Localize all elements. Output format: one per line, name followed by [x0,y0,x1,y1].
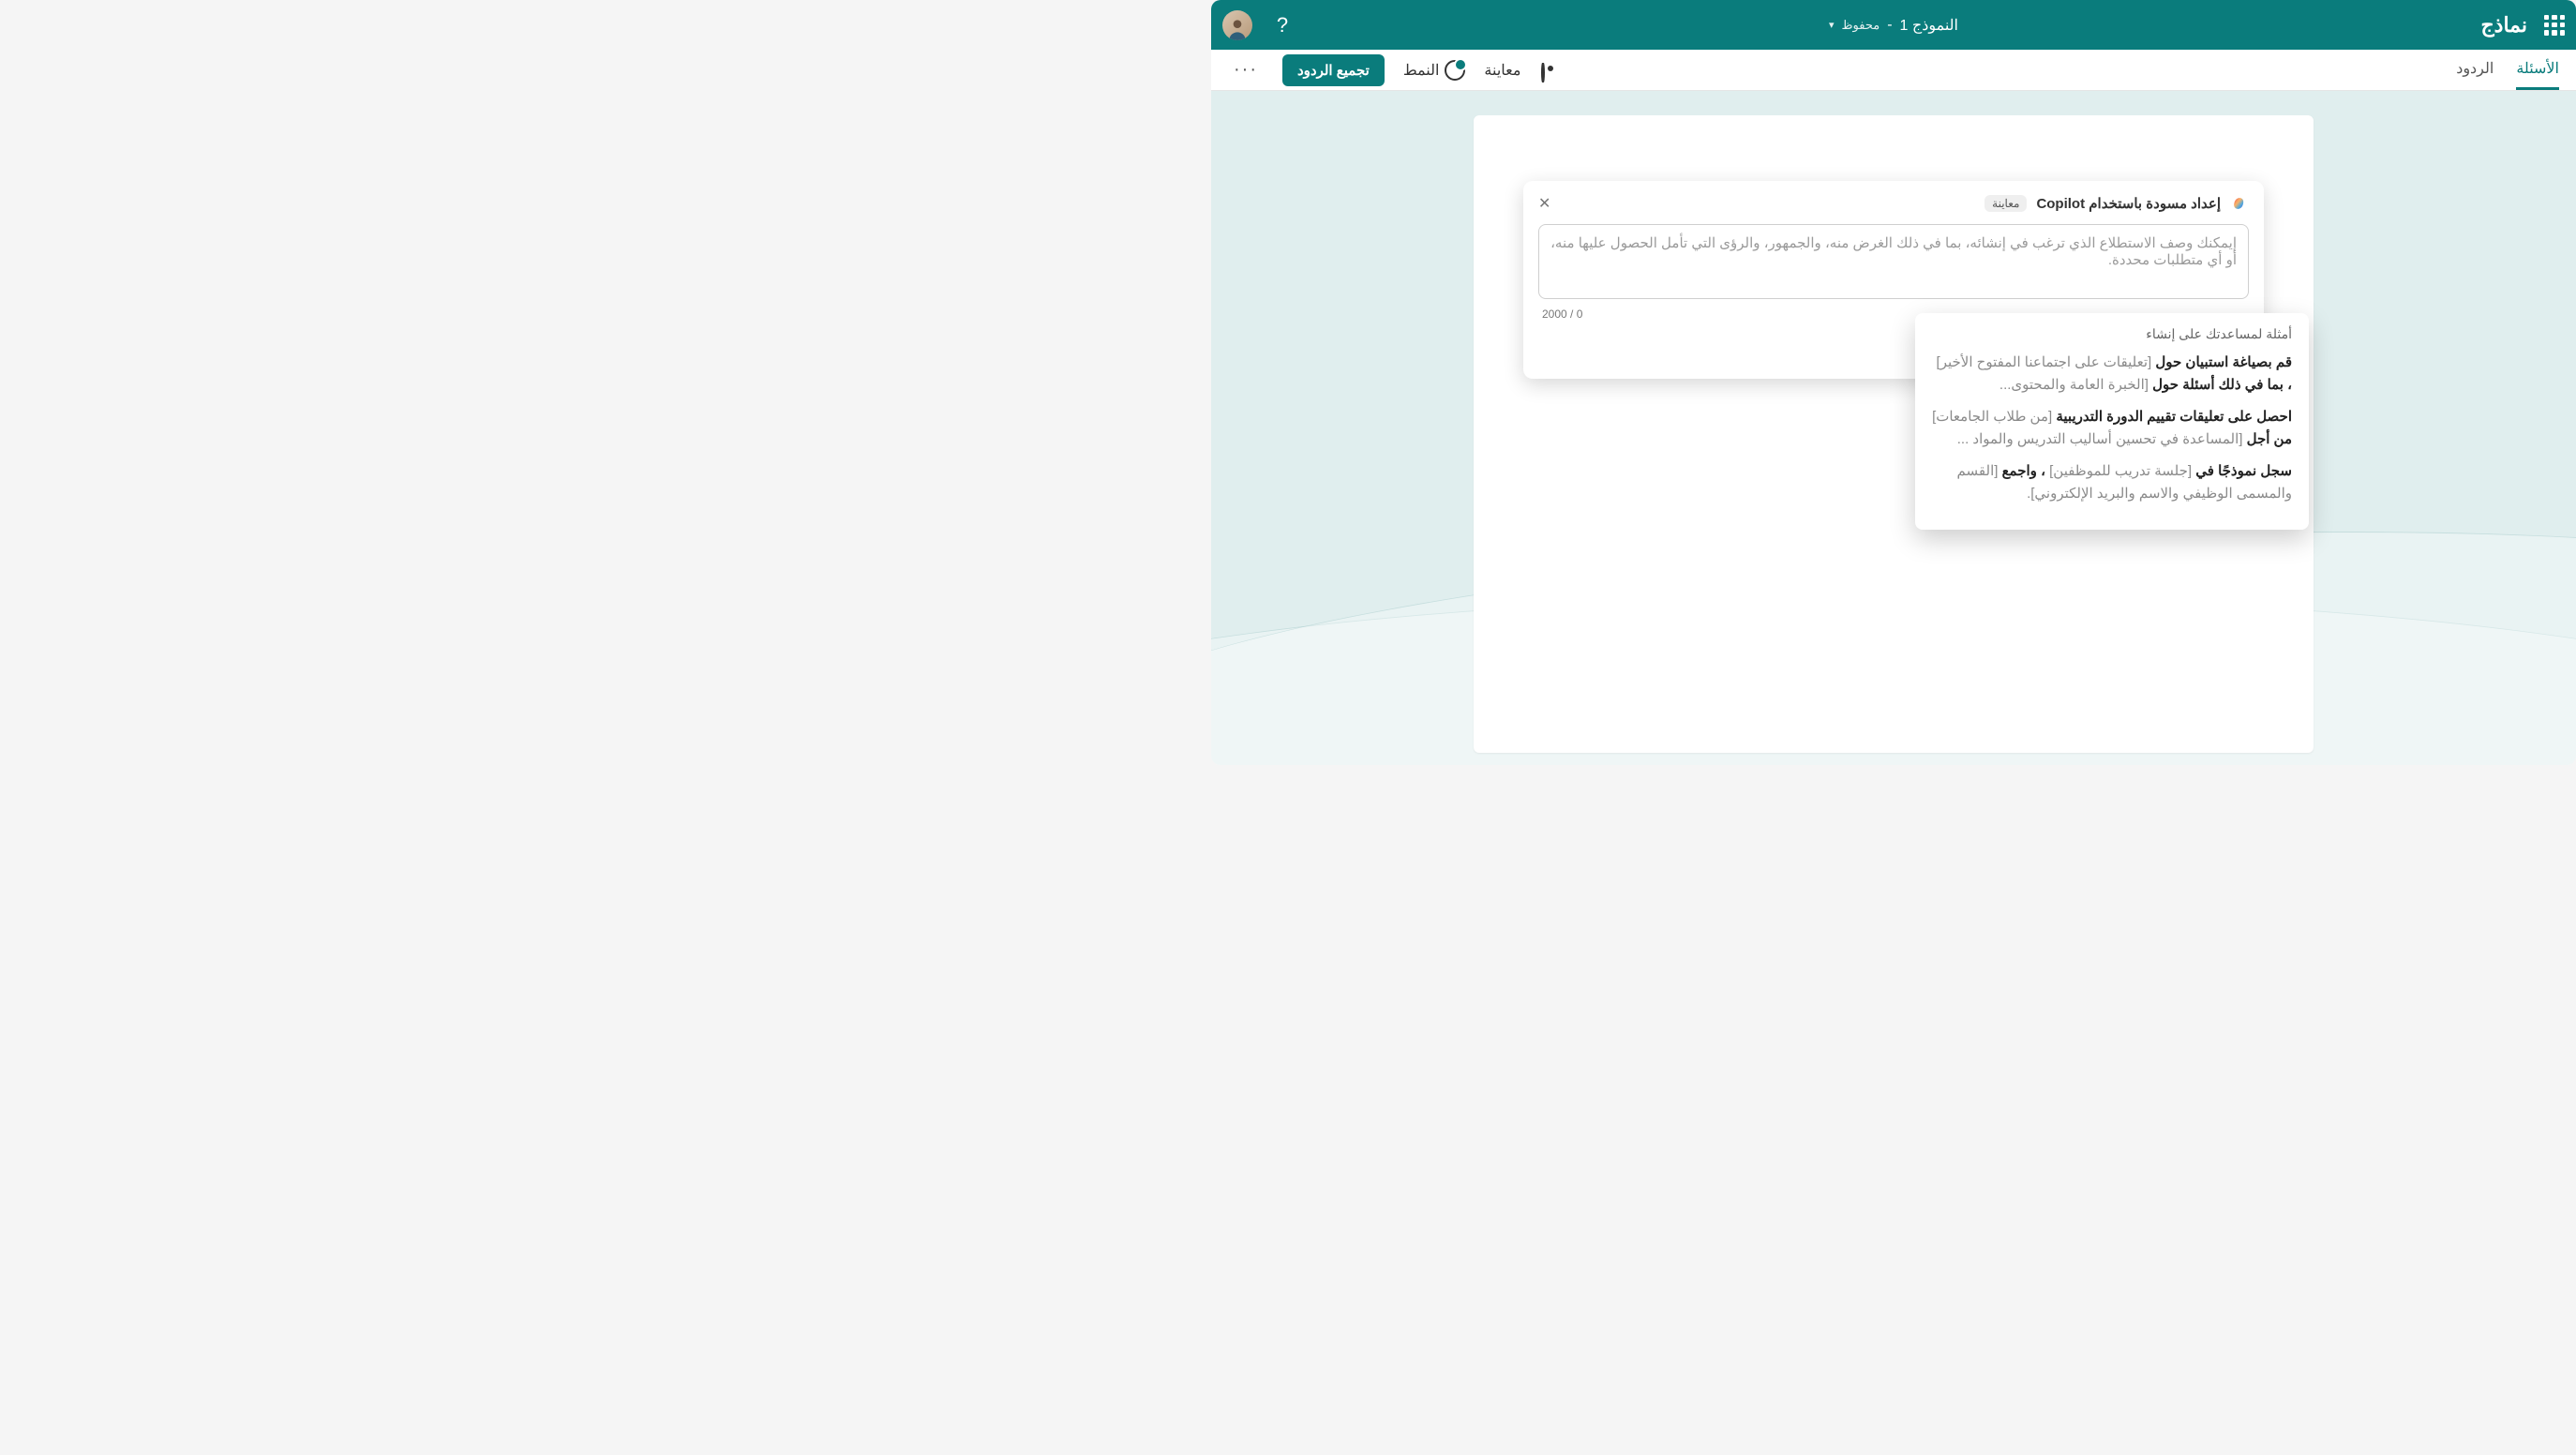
copilot-prompt-input[interactable] [1538,224,2249,299]
avatar[interactable] [1222,10,1252,40]
tab-responses[interactable]: الردود [2456,50,2494,90]
close-icon[interactable]: ✕ [1538,194,1550,213]
preview-button[interactable]: معاينة [1484,61,1545,80]
theme-button[interactable]: النمط [1403,60,1466,81]
more-icon[interactable]: ··· [1228,59,1264,81]
person-icon [1225,16,1250,40]
canvas: إعداد مسودة باستخدام Copilot معاينة ✕ 0 … [1211,91,2576,765]
eye-icon [1526,61,1545,80]
copilot-title: إعداد مسودة باستخدام Copilot [2036,195,2221,212]
saved-status: محفوظ [1842,18,1880,33]
toolbar: الأسئلة الردود معاينة النمط تجميع الردود… [1211,50,2576,91]
theme-label: النمط [1403,61,1440,80]
prompts-heading: أمثلة لمساعدتك على إنشاء [1932,326,2292,342]
chevron-down-icon: ▾ [1829,19,1835,31]
collect-responses-button[interactable]: تجميع الردود [1282,54,1385,86]
palette-icon [1445,60,1465,81]
header-bar: نماذج النموذج 1 - محفوظ ▾ ? [1211,0,2576,50]
app-name: نماذج [2480,13,2527,38]
dash: - [1887,17,1892,34]
form-title: النموذج 1 [1900,16,1958,35]
prompt-example[interactable]: احصل على تعليقات تقييم الدورة التدريبية … [1932,406,2292,451]
form-title-dropdown[interactable]: النموذج 1 - محفوظ ▾ [1829,16,1958,35]
prompts-popover: أمثلة لمساعدتك على إنشاء قم بصياغة استبي… [1915,313,2309,530]
preview-label: معاينة [1484,61,1520,80]
preview-badge: معاينة [1984,195,2027,212]
prompt-example[interactable]: سجل نموذجًا في [جلسة تدريب للموظفين] ، و… [1932,460,2292,505]
prompt-example[interactable]: قم بصياغة استبيان حول [تعليقات على اجتما… [1932,352,2292,397]
app-launcher-icon[interactable] [2544,15,2565,36]
copilot-icon [2230,194,2249,213]
tab-questions[interactable]: الأسئلة [2516,50,2559,90]
help-icon[interactable]: ? [1269,12,1295,38]
app-window: نماذج النموذج 1 - محفوظ ▾ ? الأسئلة الرد… [1211,0,2576,765]
